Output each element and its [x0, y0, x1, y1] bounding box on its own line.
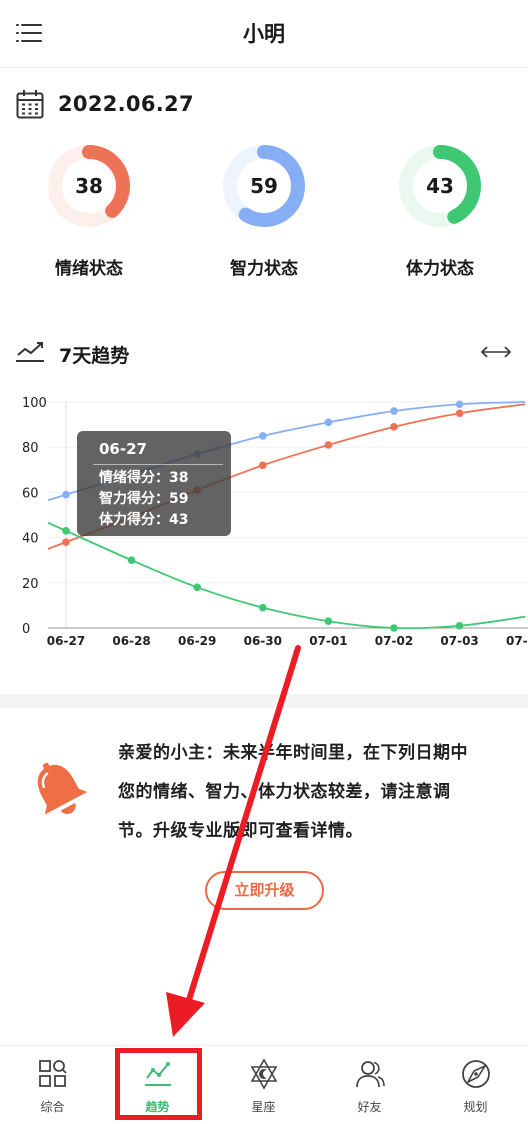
- tooltip-date: 06-27: [99, 440, 147, 458]
- data-point-physical: [390, 624, 398, 632]
- tab-overview[interactable]: 综合: [0, 1046, 105, 1124]
- tab-plan-label: 规划: [463, 1100, 488, 1114]
- series-line-physical: [47, 521, 526, 630]
- page-title: 小明: [243, 22, 285, 46]
- tab-constellation[interactable]: 星座: [211, 1046, 316, 1124]
- tooltip-divider: [93, 464, 223, 465]
- x-tick-label: 07-02: [375, 634, 413, 648]
- x-tick-label: 07-03: [440, 634, 478, 648]
- data-point-mood: [455, 409, 464, 418]
- data-point-physical: [324, 617, 333, 626]
- data-point-intellect: [259, 432, 267, 440]
- mood-gauge: 38: [47, 144, 131, 228]
- intellect-label: 智力状态: [230, 259, 298, 279]
- tooltip-physical: 体力得分：43: [99, 512, 189, 528]
- date-row: 2022.06.27: [16, 86, 194, 122]
- y-tick-label: 100: [22, 396, 47, 411]
- intellect-gauge: 59: [222, 144, 306, 228]
- bell-icon: [37, 762, 88, 815]
- tab-trend-label: 趋势: [145, 1100, 170, 1114]
- chart-tooltip: 06-27 情绪得分：38 智力得分：59 体力得分：43: [77, 431, 231, 536]
- y-tick-label: 0: [22, 622, 30, 637]
- date-label: 2022.06.27: [58, 92, 194, 116]
- star-icon: [250, 1058, 278, 1090]
- tab-friends-label: 好友: [357, 1100, 382, 1114]
- expand-arrows-icon[interactable]: [480, 344, 512, 360]
- y-tick-label: 60: [22, 486, 39, 501]
- tab-plan[interactable]: 规划: [423, 1046, 528, 1124]
- data-point-intellect: [62, 490, 70, 499]
- x-tick-label: 06-29: [178, 634, 216, 648]
- data-point-physical: [259, 603, 267, 612]
- x-tick-label: 06-27: [47, 634, 85, 648]
- calendar-icon: [16, 90, 44, 119]
- tab-trend[interactable]: 趋势: [105, 1046, 210, 1124]
- data-point-mood: [324, 441, 333, 449]
- header: 小明: [0, 0, 528, 68]
- data-point-mood: [390, 423, 398, 431]
- tab-overview-label: 综合: [40, 1100, 65, 1114]
- trend-chart-icon: [16, 342, 44, 362]
- physical-gauge: 43: [398, 144, 482, 228]
- y-tick-label: 40: [22, 532, 39, 547]
- data-point-intellect: [390, 407, 398, 415]
- data-point-mood: [62, 538, 70, 546]
- section-divider: [0, 694, 528, 708]
- grid-icon: [39, 1060, 67, 1087]
- x-tick-label: 06-30: [244, 634, 282, 648]
- data-point-physical: [127, 556, 136, 564]
- data-point-mood: [259, 461, 267, 470]
- tooltip-intellect: 智力得分：59: [99, 491, 189, 507]
- data-point-intellect: [455, 400, 464, 409]
- y-tick-label: 20: [22, 577, 39, 592]
- trend-header: 7天趋势: [16, 338, 512, 368]
- notice-text: 亲爱的小主：未来半年时间里，在下列日期中您的情绪、智力、体力状态较差，请注意调节…: [118, 743, 468, 841]
- y-tick-label: 80: [22, 441, 39, 456]
- data-point-physical: [455, 621, 464, 630]
- compass-icon: [462, 1060, 490, 1088]
- tooltip-mood: 情绪得分：38: [99, 470, 189, 486]
- trend-icon: [145, 1062, 171, 1086]
- intellect-value: 59: [250, 174, 278, 198]
- tab-constellation-label: 星座: [251, 1100, 276, 1114]
- tab-friends[interactable]: 好友: [317, 1046, 422, 1124]
- upgrade-button[interactable]: 立即升级: [205, 871, 324, 910]
- friends-icon: [356, 1061, 385, 1088]
- x-tick-label: 06-28: [112, 634, 150, 648]
- physical-label: 体力状态: [406, 259, 474, 279]
- mood-value: 38: [75, 174, 103, 198]
- x-tick-label: 07-01: [309, 634, 347, 648]
- physical-value: 43: [426, 174, 454, 198]
- x-tick-label: 07-04: [506, 634, 528, 648]
- data-point-physical: [62, 527, 70, 535]
- bottom-tab-bar: 综合 趋势 星座 好友 规划: [0, 1045, 528, 1124]
- mood-label: 情绪状态: [55, 259, 123, 279]
- data-point-physical: [193, 583, 201, 592]
- data-point-intellect: [324, 418, 333, 427]
- trend-title: 7天趋势: [59, 345, 130, 367]
